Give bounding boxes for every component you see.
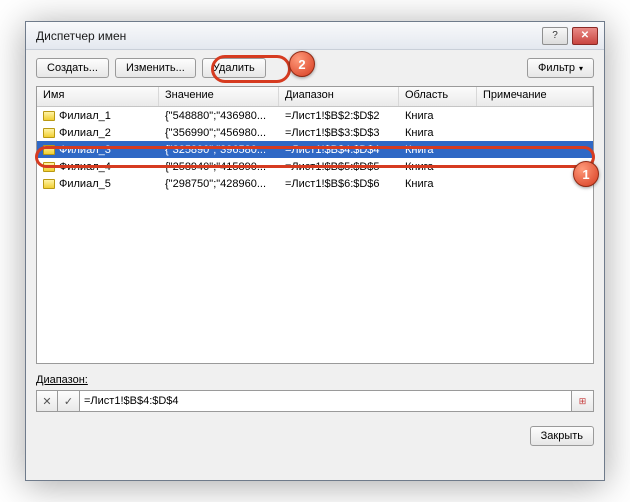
filter-button[interactable]: Фильтр▾ (527, 58, 594, 78)
value-cell: {"325890";"396580... (159, 143, 279, 157)
header-range[interactable]: Диапазон (279, 87, 399, 106)
range-section: Диапазон: ✕ ✓ =Лист1!$B$4:$D$4 ⊞ (36, 374, 594, 412)
name-text: Филиал_2 (59, 127, 111, 139)
callout-1: 1 (573, 161, 599, 187)
table-row[interactable]: Филиал_5 {"298750";"428960...=Лист1!$B$6:… (37, 175, 593, 192)
column-headers: Имя Значение Диапазон Область Примечание (37, 87, 593, 107)
scope-cell: Книга (399, 160, 477, 174)
range-cell: =Лист1!$B$2:$D$2 (279, 109, 399, 123)
note-cell (477, 132, 593, 134)
value-cell: {"356990";"456980... (159, 126, 279, 140)
header-name[interactable]: Имя (37, 87, 159, 106)
scope-cell: Книга (399, 143, 477, 157)
header-note[interactable]: Примечание (477, 87, 593, 106)
range-input[interactable]: =Лист1!$B$4:$D$4 (80, 390, 572, 412)
cancel-range-button[interactable]: ✕ (36, 390, 58, 412)
name-cell: Филиал_2 (37, 126, 159, 140)
range-cell: =Лист1!$B$5:$D$5 (279, 160, 399, 174)
name-text: Филиал_3 (59, 144, 111, 156)
toolbar: Создать... Изменить... Удалить Фильтр▾ (26, 50, 604, 86)
name-tag-icon (43, 111, 55, 121)
titlebar: Диспетчер имен ? ✕ (26, 22, 604, 50)
table-row[interactable]: Филиал_4 {"258940";"415890...=Лист1!$B$5:… (37, 158, 593, 175)
close-button[interactable]: Закрыть (530, 426, 594, 446)
name-text: Филиал_1 (59, 110, 111, 122)
name-tag-icon (43, 145, 55, 155)
scope-cell: Книга (399, 126, 477, 140)
name-tag-icon (43, 179, 55, 189)
table-row[interactable]: Филиал_1 {"548880";"436980...=Лист1!$B$2:… (37, 107, 593, 124)
table-row[interactable]: Филиал_2 {"356990";"456980...=Лист1!$B$3:… (37, 124, 593, 141)
range-cell: =Лист1!$B$4:$D$4 (279, 143, 399, 157)
value-cell: {"548880";"436980... (159, 109, 279, 123)
name-tag-icon (43, 162, 55, 172)
name-text: Филиал_4 (59, 161, 111, 173)
scope-cell: Книга (399, 177, 477, 191)
range-picker-icon[interactable]: ⊞ (572, 390, 594, 412)
name-manager-dialog: Диспетчер имен ? ✕ Создать... Изменить..… (25, 21, 605, 481)
close-window-button[interactable]: ✕ (572, 27, 598, 45)
confirm-range-button[interactable]: ✓ (58, 390, 80, 412)
header-scope[interactable]: Область (399, 87, 477, 106)
header-value[interactable]: Значение (159, 87, 279, 106)
help-button[interactable]: ? (542, 27, 568, 45)
value-cell: {"298750";"428960... (159, 177, 279, 191)
name-cell: Филиал_1 (37, 109, 159, 123)
edit-button[interactable]: Изменить... (115, 58, 196, 78)
table-row[interactable]: Филиал_3 {"325890";"396580...=Лист1!$B$4:… (37, 141, 593, 158)
range-cell: =Лист1!$B$6:$D$6 (279, 177, 399, 191)
note-cell (477, 149, 593, 151)
name-cell: Филиал_3 (37, 143, 159, 157)
scope-cell: Книга (399, 109, 477, 123)
new-button[interactable]: Создать... (36, 58, 109, 78)
name-tag-icon (43, 128, 55, 138)
value-cell: {"258940";"415890... (159, 160, 279, 174)
window-title: Диспетчер имен (36, 29, 542, 43)
delete-button[interactable]: Удалить (202, 58, 266, 78)
note-cell (477, 115, 593, 117)
range-cell: =Лист1!$B$3:$D$3 (279, 126, 399, 140)
name-cell: Филиал_5 (37, 177, 159, 191)
range-label: Диапазон: (36, 374, 594, 386)
name-text: Филиал_5 (59, 178, 111, 190)
names-list[interactable]: Имя Значение Диапазон Область Примечание… (36, 86, 594, 364)
callout-2: 2 (289, 51, 315, 77)
name-cell: Филиал_4 (37, 160, 159, 174)
